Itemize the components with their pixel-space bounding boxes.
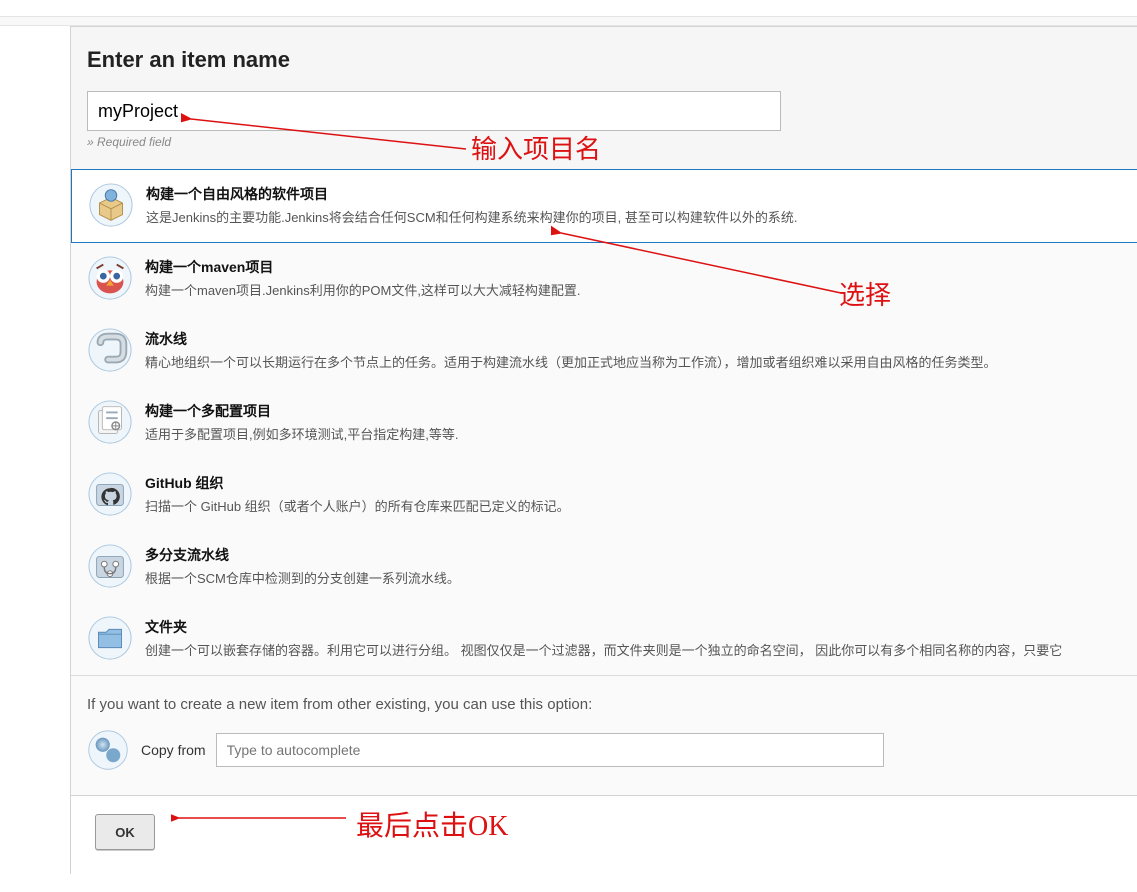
- branch-icon: [87, 543, 133, 589]
- item-type-option[interactable]: 流水线 精心地组织一个可以长期运行在多个节点上的任务。适用于构建流水线（更加正式…: [71, 315, 1137, 387]
- option-description: 适用于多配置项目,例如多环境测试,平台指定构建,等等.: [145, 425, 1121, 445]
- annotation-click-ok: 最后点击OK: [356, 804, 508, 844]
- github-icon: [87, 471, 133, 517]
- option-title: 构建一个多配置项目: [145, 401, 1121, 421]
- ok-button[interactable]: OK: [95, 814, 155, 850]
- option-description: 扫描一个 GitHub 组织（或者个人账户）的所有仓库来匹配已定义的标记。: [145, 497, 1121, 517]
- option-title: 构建一个自由风格的软件项目: [146, 184, 1121, 204]
- item-type-option[interactable]: 构建一个maven项目 构建一个maven项目.Jenkins利用你的POM文件…: [71, 243, 1137, 315]
- pipe-icon: [87, 327, 133, 373]
- option-description: 根据一个SCM仓库中检测到的分支创建一系列流水线。: [145, 569, 1121, 589]
- required-field-note: » Required field: [87, 135, 1121, 149]
- copy-from-description: If you want to create a new item from ot…: [87, 696, 1121, 713]
- item-type-option[interactable]: 构建一个多配置项目 适用于多配置项目,例如多环境测试,平台指定构建,等等.: [71, 387, 1137, 459]
- item-type-option[interactable]: 文件夹 创建一个可以嵌套存储的容器。利用它可以进行分组。 视图仅仅是一个过滤器，…: [71, 603, 1137, 675]
- copy-icon: [87, 729, 129, 771]
- folder-icon: [87, 615, 133, 661]
- option-title: GitHub 组织: [145, 473, 1121, 493]
- option-title: 构建一个maven项目: [145, 257, 1121, 277]
- option-description: 精心地组织一个可以长期运行在多个节点上的任务。适用于构建流水线（更加正式地应当称…: [145, 353, 1121, 373]
- option-title: 文件夹: [145, 617, 1121, 637]
- option-title: 流水线: [145, 329, 1121, 349]
- copy-from-label: Copy from: [141, 742, 206, 758]
- item-type-option[interactable]: 构建一个自由风格的软件项目 这是Jenkins的主要功能.Jenkins将会结合…: [71, 169, 1137, 243]
- box-icon: [88, 182, 134, 228]
- copy-from-section: If you want to create a new item from ot…: [71, 675, 1137, 795]
- item-type-option[interactable]: 多分支流水线 根据一个SCM仓库中检测到的分支创建一系列流水线。: [71, 531, 1137, 603]
- option-description: 创建一个可以嵌套存储的容器。利用它可以进行分组。 视图仅仅是一个过滤器，而文件夹…: [145, 641, 1121, 661]
- item-type-option[interactable]: GitHub 组织 扫描一个 GitHub 组织（或者个人账户）的所有仓库来匹配…: [71, 459, 1137, 531]
- option-description: 构建一个maven项目.Jenkins利用你的POM文件,这样可以大大减轻构建配…: [145, 281, 1121, 301]
- item-name-input[interactable]: [87, 91, 781, 131]
- new-item-form: Enter an item name » Required field 输入项目…: [70, 26, 1137, 796]
- copy-from-input[interactable]: [216, 733, 884, 767]
- option-description: 这是Jenkins的主要功能.Jenkins将会结合任何SCM和任何构建系统来构…: [146, 208, 1121, 228]
- multi-icon: [87, 399, 133, 445]
- owl-icon: [87, 255, 133, 301]
- footer-bar: OK 最后点击OK: [70, 796, 1137, 874]
- item-type-list: 构建一个自由风格的软件项目 这是Jenkins的主要功能.Jenkins将会结合…: [71, 169, 1137, 675]
- page-title: Enter an item name: [87, 47, 1121, 73]
- option-title: 多分支流水线: [145, 545, 1121, 565]
